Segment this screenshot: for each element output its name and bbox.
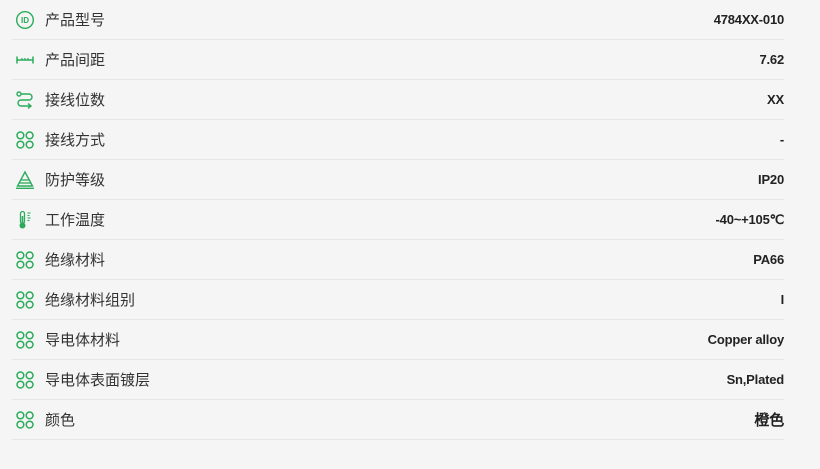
- clover-icon: [14, 289, 36, 311]
- spec-value: Copper alloy: [707, 332, 785, 347]
- pitch-measure-icon: [14, 49, 36, 71]
- spec-label: 绝缘材料: [45, 251, 106, 269]
- spec-value: I: [780, 292, 785, 307]
- clover-icon: [14, 369, 36, 391]
- spec-label: 产品型号: [45, 11, 106, 29]
- clover-icon: [14, 129, 36, 151]
- spec-table: ID 产品型号 4784XX-010 产品间距 7.62 接线位数 XX 接线方…: [12, 0, 784, 440]
- spec-value: IP20: [758, 172, 784, 187]
- spec-row-model: ID 产品型号 4784XX-010: [12, 0, 784, 40]
- spec-label: 接线方式: [45, 131, 106, 149]
- wire-route-icon: [14, 89, 36, 111]
- spec-row-insulation-group: 绝缘材料组别 I: [12, 280, 784, 320]
- spec-row-pitch: 产品间距 7.62: [12, 40, 784, 80]
- spec-value: -: [779, 132, 784, 147]
- spec-label: 绝缘材料组别: [45, 291, 136, 309]
- clover-icon: [14, 409, 36, 431]
- spec-value: 7.62: [759, 52, 784, 67]
- spec-row-conductor-plating: 导电体表面镀层 Sn,Plated: [12, 360, 784, 400]
- spec-row-wiring-method: 接线方式 -: [12, 120, 784, 160]
- protection-cone-icon: [14, 169, 36, 191]
- svg-text:ID: ID: [21, 16, 29, 25]
- id-icon: ID: [14, 9, 36, 31]
- spec-row-insulation-material: 绝缘材料 PA66: [12, 240, 784, 280]
- spec-label: 产品间距: [45, 51, 106, 69]
- spec-label: 防护等级: [45, 171, 106, 189]
- spec-value: XX: [767, 92, 784, 107]
- spec-value: PA66: [753, 252, 784, 267]
- spec-value: 4784XX-010: [713, 12, 784, 27]
- spec-row-color: 颜色 橙色: [12, 400, 784, 440]
- spec-label: 颜色: [45, 411, 76, 429]
- spec-row-conductor-material: 导电体材料 Copper alloy: [12, 320, 784, 360]
- spec-value: -40~+105℃: [715, 211, 785, 227]
- spec-value: 橙色: [754, 411, 784, 429]
- thermometer-icon: [14, 209, 36, 231]
- spec-label: 导电体材料: [45, 331, 121, 349]
- spec-row-temperature: 工作温度 -40~+105℃: [12, 200, 784, 240]
- spec-label: 工作温度: [45, 211, 106, 229]
- clover-icon: [14, 249, 36, 271]
- spec-label: 接线位数: [45, 91, 106, 109]
- spec-row-protection: 防护等级 IP20: [12, 160, 784, 200]
- spec-value: Sn,Plated: [726, 372, 785, 387]
- spec-label: 导电体表面镀层: [45, 371, 151, 389]
- clover-icon: [14, 329, 36, 351]
- spec-row-positions: 接线位数 XX: [12, 80, 784, 120]
